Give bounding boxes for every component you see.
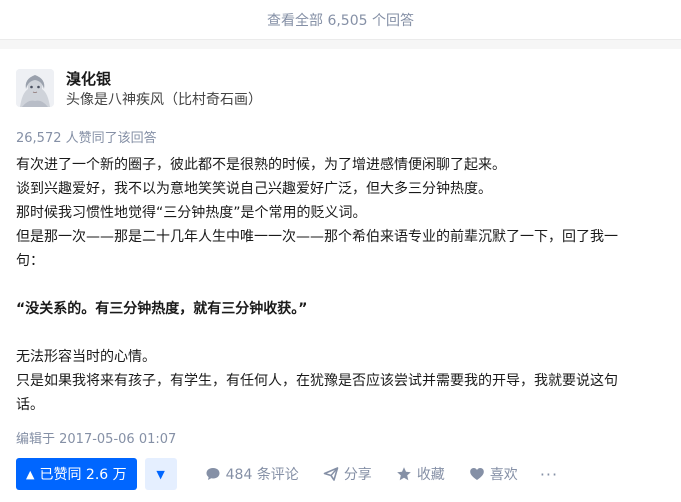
content-line: 但是那一次——那是二十几年人生中唯一一次——那个希伯来语专业的前辈沉默了一下，回… <box>16 229 618 245</box>
like-label: 喜欢 <box>489 467 518 483</box>
comments-label: 484 条评论 <box>225 467 299 483</box>
view-all-answers-link[interactable]: 查看全部 6,505 个回答 <box>0 0 681 40</box>
heart-icon <box>470 468 484 480</box>
comment-bubble-icon <box>206 468 220 480</box>
author-header: 溴化银 头像是八神疾风（比村奇石画） <box>16 69 262 110</box>
favorite-label: 收藏 <box>416 467 445 483</box>
content-line: 话。 <box>16 397 44 413</box>
content-line: 谈到兴趣爱好，我不以为意地笑笑说自己兴趣爱好广泛，但大多三分钟热度。 <box>16 181 492 197</box>
content-line: 有次进了一个新的圈子，彼此都不是很熟的时候，为了增进感情便闲聊了起来。 <box>16 157 506 173</box>
avatar[interactable] <box>16 69 54 107</box>
like-button[interactable]: 喜欢 <box>469 464 518 484</box>
answer-card: 溴化银 头像是八神疾风（比村奇石画） 26,572 人赞同了该回答 有次进了一个… <box>0 49 681 502</box>
edit-time[interactable]: 编辑于 2017-05-06 01:07 <box>16 428 176 447</box>
quote-line: “没关系的。有三分钟热度，就有三分钟收获。” <box>16 301 308 317</box>
content-line: 只是如果我将来有孩子，有学生，有任何人，在犹豫是否应该尝试并需要我的开导，我就要… <box>16 373 618 389</box>
share-button[interactable]: 分享 <box>323 464 372 484</box>
comments-button[interactable]: 484 条评论 <box>205 464 299 484</box>
content-line: 无法形容当时的心情。 <box>16 349 156 365</box>
vote-up-button[interactable]: ▲ 已赞同 2.6 万 <box>16 458 137 490</box>
content-line: 那时候我习惯性地觉得“三分钟热度”是个常用的贬义词。 <box>16 205 367 221</box>
content-line: 句： <box>16 253 44 269</box>
answer-content: 有次进了一个新的圈子，彼此都不是很熟的时候，为了增进感情便闲聊了起来。 谈到兴趣… <box>16 153 666 417</box>
vote-up-label: 已赞同 2.6 万 <box>39 467 127 483</box>
view-all-answers-label: 查看全部 6,505 个回答 <box>267 12 414 29</box>
vote-down-button[interactable]: ▼ <box>144 458 177 490</box>
triangle-down-icon: ▼ <box>156 467 165 481</box>
paper-plane-icon <box>323 467 339 481</box>
share-label: 分享 <box>343 467 372 483</box>
action-bar: ▲ 已赞同 2.6 万 ▼ 484 条评论 分享 收藏 喜欢 ··· <box>16 458 558 490</box>
triangle-up-icon: ▲ <box>26 467 35 481</box>
favorite-button[interactable]: 收藏 <box>396 464 445 484</box>
votes-summary: 26,572 人赞同了该回答 <box>16 131 157 146</box>
avatar-image <box>16 69 54 107</box>
author-bio: 头像是八神疾风（比村奇石画） <box>66 92 262 108</box>
more-button[interactable]: ··· <box>540 465 558 484</box>
star-icon <box>397 467 411 481</box>
author-name[interactable]: 溴化银 <box>66 69 262 89</box>
